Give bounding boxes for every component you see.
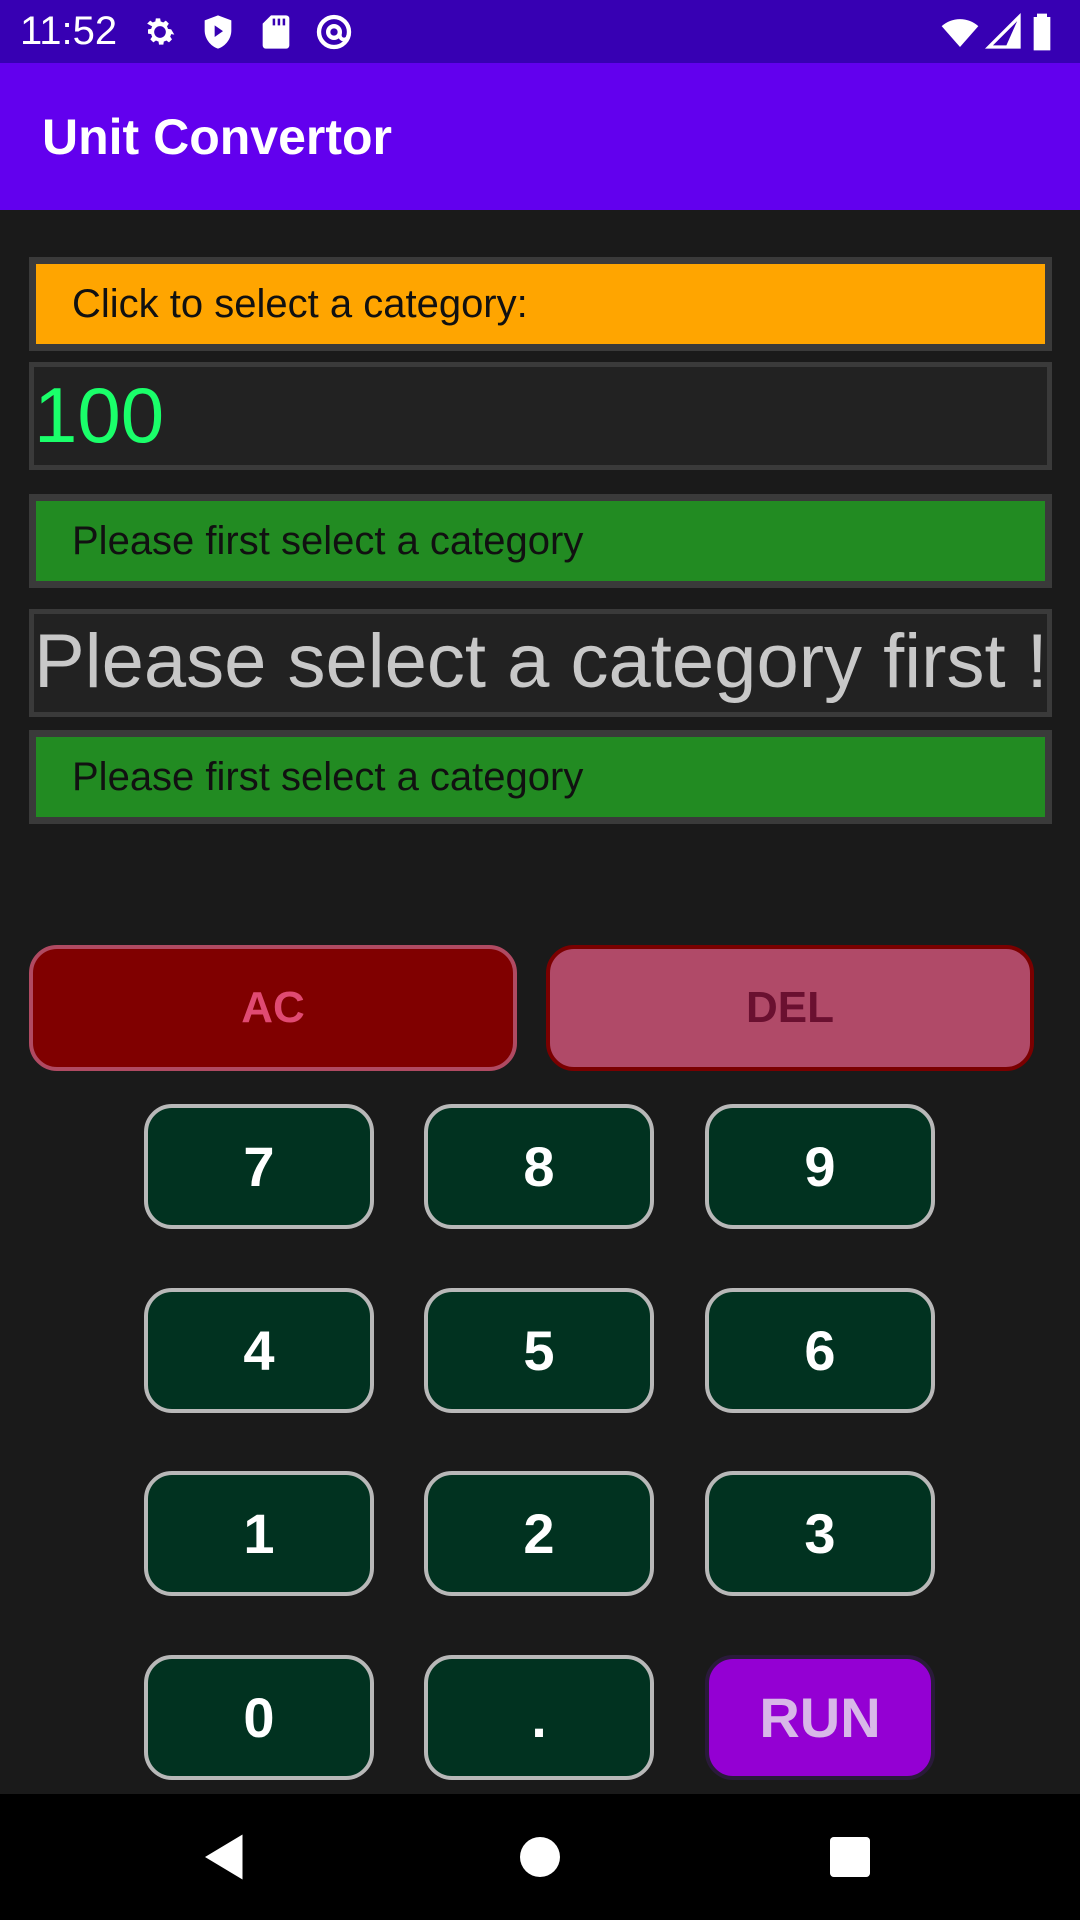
recents-icon[interactable] [820,1827,880,1887]
del-button[interactable]: DEL [546,945,1034,1071]
category-select[interactable]: Click to select a category: [29,257,1052,351]
key-7-button[interactable]: 7 [144,1104,374,1229]
key-5-button[interactable]: 5 [424,1288,654,1413]
battery-icon [1030,12,1060,52]
shield-play-icon [198,12,238,52]
run-button[interactable]: RUN [705,1655,935,1780]
ac-button[interactable]: AC [29,945,517,1071]
back-icon[interactable] [195,1827,255,1887]
value-input[interactable]: 100 [29,362,1052,470]
home-icon[interactable] [510,1827,570,1887]
to-unit-select[interactable]: Please first select a category [29,730,1052,824]
at-sign-icon [314,12,354,52]
status-time: 11:52 [20,9,118,53]
key-3-button[interactable]: 3 [705,1471,935,1596]
key-4-button[interactable]: 4 [144,1288,374,1413]
gear-icon [140,12,180,52]
sd-card-icon [256,12,296,52]
key-decimal-button[interactable]: . [424,1655,654,1780]
key-6-button[interactable]: 6 [705,1288,935,1413]
app-bar: Unit Convertor [0,63,1080,210]
key-1-button[interactable]: 1 [144,1471,374,1596]
signal-icon [984,12,1024,52]
status-bar: 11:52 [0,0,1080,63]
from-unit-select[interactable]: Please first select a category [29,494,1052,588]
key-9-button[interactable]: 9 [705,1104,935,1229]
wifi-icon [940,12,980,52]
key-8-button[interactable]: 8 [424,1104,654,1229]
key-2-button[interactable]: 2 [424,1471,654,1596]
result-output: Please select a category first ! [29,609,1052,717]
app-title: Unit Convertor [42,109,392,165]
nav-bar [0,1794,1080,1920]
key-0-button[interactable]: 0 [144,1655,374,1780]
